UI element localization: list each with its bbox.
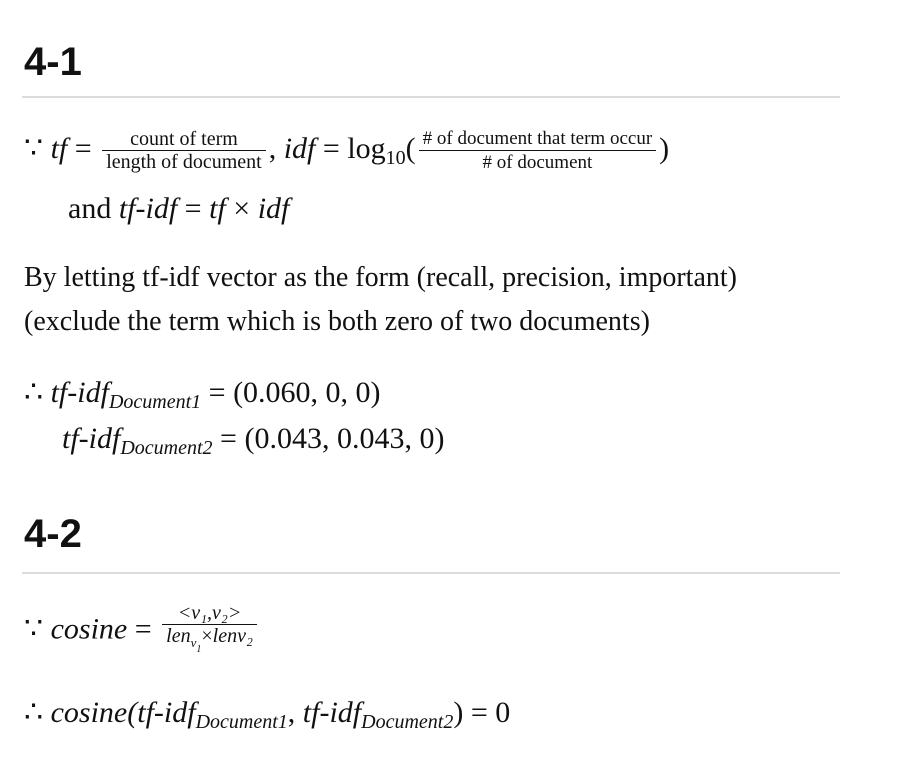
- doc1-vector-value: (0.060, 0, 0): [233, 376, 381, 409]
- close-paren: ): [453, 696, 464, 729]
- log-base: 10: [385, 146, 406, 169]
- equals-sign: =: [74, 131, 92, 165]
- left-paren: (: [405, 131, 416, 165]
- idf-symbol: idf: [283, 131, 316, 165]
- times-sign: ×: [233, 192, 251, 225]
- tf-denominator: length of document: [106, 151, 262, 173]
- and-word: and: [68, 192, 112, 225]
- cosine-result-value: 0: [495, 696, 511, 729]
- doc1-vector-line: ∴ tf-idfDocument1 = (0.060, 0, 0): [24, 376, 381, 413]
- equals-sign: =: [208, 376, 226, 409]
- comma: ,: [287, 696, 296, 729]
- explanation-line-1: By letting tf-idf vector as the form (re…: [24, 262, 737, 293]
- idf-denominator: # of document: [482, 152, 593, 173]
- tf-fraction: count of term length of document: [102, 128, 266, 174]
- right-paren: ): [659, 131, 670, 165]
- len-subscript: v1: [191, 635, 202, 655]
- tf-numerator: count of term: [102, 128, 266, 151]
- section-heading-4-1: 4-1: [24, 40, 82, 84]
- therefore-symbol: ∴: [24, 376, 44, 409]
- idf-fraction: # of document that term occur # of docum…: [418, 128, 657, 174]
- idf-numerator: # of document that term occur: [418, 128, 657, 151]
- times-sign: ×: [201, 625, 213, 647]
- equals-sign: =: [470, 696, 488, 729]
- tf-symbol: tf: [50, 131, 68, 165]
- log-function: log: [347, 131, 386, 165]
- tf-idf-symbol: tf-idf: [50, 376, 109, 409]
- lenv2-symbol: lenv₂: [212, 625, 253, 647]
- explanation-paragraph: By letting tf-idf vector as the form (re…: [24, 256, 737, 344]
- explanation-line-2: (exclude the term which is both zero of …: [24, 306, 650, 337]
- cosine-call: cosine(: [50, 696, 138, 729]
- doc2-subscript: Document2: [361, 711, 454, 733]
- therefore-symbol: ∴: [24, 696, 44, 729]
- tf-idf-symbol: tf-idf: [302, 696, 362, 729]
- cosine-fraction: <v₁,v₂> lenv1×lenv₂: [162, 602, 257, 661]
- section-divider: [22, 96, 840, 98]
- equals-sign: =: [220, 422, 237, 455]
- cosine-denominator: lenv1×lenv₂: [162, 625, 257, 661]
- cosine-numerator: <v₁,v₂>: [162, 602, 257, 625]
- doc2-subscript: Document2: [120, 437, 213, 459]
- doc1-subscript: Document1: [195, 711, 288, 733]
- equals-sign: =: [134, 612, 152, 646]
- because-symbol: ∵: [24, 612, 44, 646]
- cosine-definition-line: ∵ cosine = <v₁,v₂> lenv1×lenv₂: [24, 602, 260, 661]
- doc2-vector-line: tf-idfDocument2 = (0.043, 0.043, 0): [62, 422, 445, 459]
- comma: ,: [268, 131, 277, 165]
- section-heading-4-2: 4-2: [24, 512, 82, 556]
- tf-idf-product-line: and tf-idf = tf × idf: [68, 194, 289, 224]
- tf-symbol: tf: [209, 192, 226, 225]
- tf-idf-definition-line: ∵ tf = count of term length of document …: [24, 128, 669, 174]
- doc1-subscript: Document1: [108, 391, 202, 413]
- equals-sign: =: [184, 192, 202, 225]
- len-symbol: len: [166, 625, 191, 647]
- doc2-vector-value: (0.043, 0.043, 0): [244, 422, 445, 455]
- because-symbol: ∵: [24, 131, 44, 165]
- tf-idf-symbol: tf-idf: [118, 192, 178, 225]
- equals-sign: =: [322, 131, 340, 165]
- idf-symbol: idf: [257, 192, 290, 225]
- tf-idf-symbol: tf-idf: [137, 696, 196, 729]
- cosine-symbol: cosine: [50, 612, 128, 646]
- cosine-result-line: ∴ cosine(tf-idfDocument1, tf-idfDocument…: [24, 696, 511, 733]
- section-divider: [22, 572, 840, 574]
- tf-idf-symbol: tf-idf: [62, 422, 121, 455]
